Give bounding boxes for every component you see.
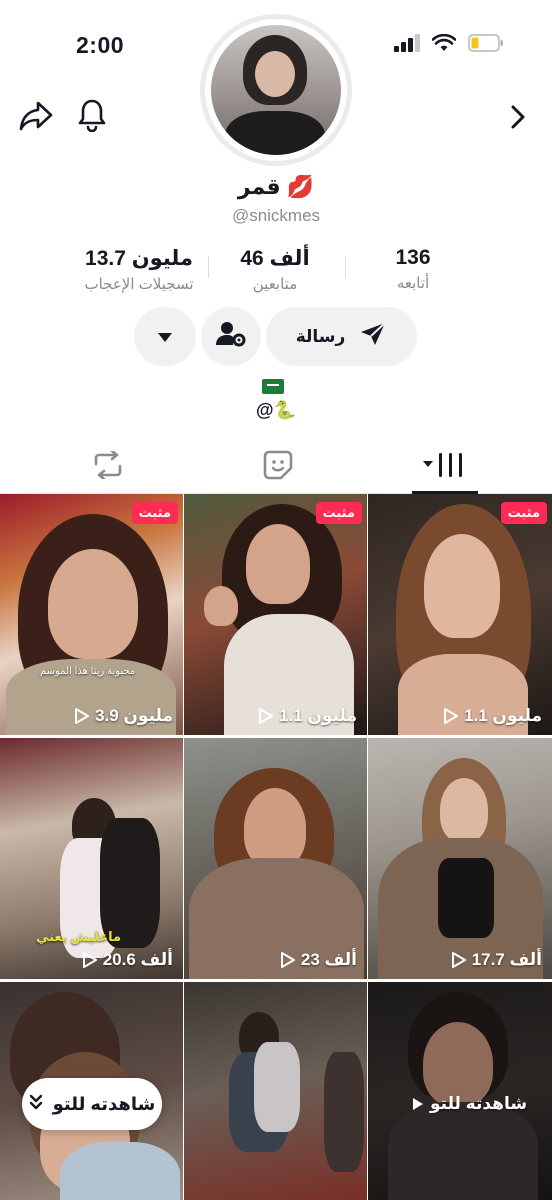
play-icon bbox=[82, 952, 97, 968]
chevron-right-icon[interactable] bbox=[502, 100, 534, 134]
play-icon bbox=[451, 952, 466, 968]
sticker-icon bbox=[263, 450, 293, 485]
saudi-flag-icon bbox=[262, 379, 284, 394]
stat-followers-value: 46 ألف bbox=[240, 247, 310, 270]
stat-followers[interactable]: 46 ألف متابعين bbox=[200, 246, 350, 293]
follow-settings-button[interactable] bbox=[201, 307, 261, 366]
stat-likes-value: 13.7 مليون bbox=[85, 247, 193, 270]
grid-dropdown-icon bbox=[423, 452, 467, 483]
watched-overlay: شاهدته للتو bbox=[412, 1094, 527, 1114]
video-caption: ماعليش يعني bbox=[36, 929, 122, 944]
double-chevron-down-icon bbox=[29, 1094, 43, 1115]
stat-following-label: أتابعه bbox=[396, 275, 430, 292]
stat-likes-label: تسجيلات الإعجاب bbox=[84, 276, 194, 293]
video-tile[interactable]: مثبت 1.1 مليون bbox=[368, 494, 552, 735]
tab-reposts[interactable] bbox=[70, 440, 146, 494]
tab-videos[interactable] bbox=[412, 440, 478, 494]
pinned-badge: مثبت bbox=[315, 502, 362, 524]
bio: @🐍 bbox=[256, 400, 296, 420]
status-icons bbox=[394, 33, 504, 57]
view-count-value: 17.7 ألف bbox=[471, 950, 542, 969]
video-tile[interactable]: 17.7 ألف bbox=[368, 738, 552, 979]
view-count-value: 20.6 ألف bbox=[102, 950, 173, 969]
user-gear-icon bbox=[216, 320, 246, 353]
view-count-value: 3.9 مليون bbox=[95, 706, 173, 725]
view-count: 3.9 مليون bbox=[75, 706, 173, 726]
watched-overlay-label: شاهدته للتو bbox=[430, 1094, 528, 1113]
stat-likes[interactable]: 13.7 مليون تسجيلات الإعجاب bbox=[64, 246, 214, 293]
send-icon bbox=[359, 321, 387, 352]
more-dropdown-button[interactable] bbox=[134, 307, 196, 366]
view-count: 1.1 مليون bbox=[444, 706, 542, 726]
video-caption: محبوبة ريتا هذا الموسم bbox=[40, 666, 136, 677]
view-count: 17.7 ألف bbox=[451, 950, 542, 970]
view-count: 23 ألف bbox=[280, 950, 357, 970]
just-watched-button[interactable]: شاهدته للتو bbox=[22, 1078, 162, 1130]
message-label: رسالة bbox=[295, 326, 346, 346]
video-tile[interactable]: مثبت محبوبة ريتا هذا الموسم 3.9 مليون bbox=[0, 494, 183, 735]
bell-icon[interactable] bbox=[74, 96, 110, 134]
avatar[interactable] bbox=[200, 14, 352, 166]
stat-followers-label: متابعين bbox=[252, 276, 298, 293]
battery-icon bbox=[468, 34, 504, 57]
message-button[interactable]: رسالة bbox=[266, 307, 417, 366]
play-icon bbox=[444, 708, 459, 724]
stat-following[interactable]: 136 أتابعه bbox=[338, 246, 488, 292]
view-count-value: 23 ألف bbox=[300, 950, 357, 969]
video-tile[interactable] bbox=[184, 982, 367, 1200]
view-count-value: 1.1 مليون bbox=[464, 706, 542, 725]
display-name: قمر 💋 bbox=[237, 174, 315, 199]
just-watched-label: شاهدته للتو bbox=[52, 1093, 156, 1114]
video-tile[interactable]: 23 ألف bbox=[184, 738, 367, 979]
signal-icon bbox=[394, 34, 420, 57]
pinned-badge: مثبت bbox=[131, 502, 178, 524]
play-icon bbox=[280, 952, 295, 968]
pinned-badge: مثبت bbox=[500, 502, 547, 524]
tab-liked[interactable] bbox=[240, 440, 316, 494]
status-time: 2:00 bbox=[76, 32, 125, 58]
repost-icon bbox=[92, 449, 124, 484]
view-count-value: 1.1 مليون bbox=[279, 706, 357, 725]
video-tile[interactable]: ماعليش يعني 20.6 ألف bbox=[0, 738, 183, 979]
view-count: 1.1 مليون bbox=[259, 706, 357, 726]
stat-following-value: 136 bbox=[395, 246, 431, 269]
play-icon bbox=[75, 708, 90, 724]
view-count: 20.6 ألف bbox=[82, 950, 173, 970]
play-filled-icon bbox=[413, 1098, 423, 1110]
share-icon[interactable] bbox=[18, 98, 54, 134]
caret-down-icon bbox=[158, 327, 172, 347]
video-tile[interactable]: شاهدته للتو bbox=[368, 982, 552, 1200]
wifi-icon bbox=[431, 33, 457, 57]
play-icon bbox=[259, 708, 274, 724]
video-tile[interactable]: مثبت 1.1 مليون bbox=[184, 494, 367, 735]
profile-tabs bbox=[0, 440, 552, 494]
username: @snickmes bbox=[231, 206, 321, 225]
